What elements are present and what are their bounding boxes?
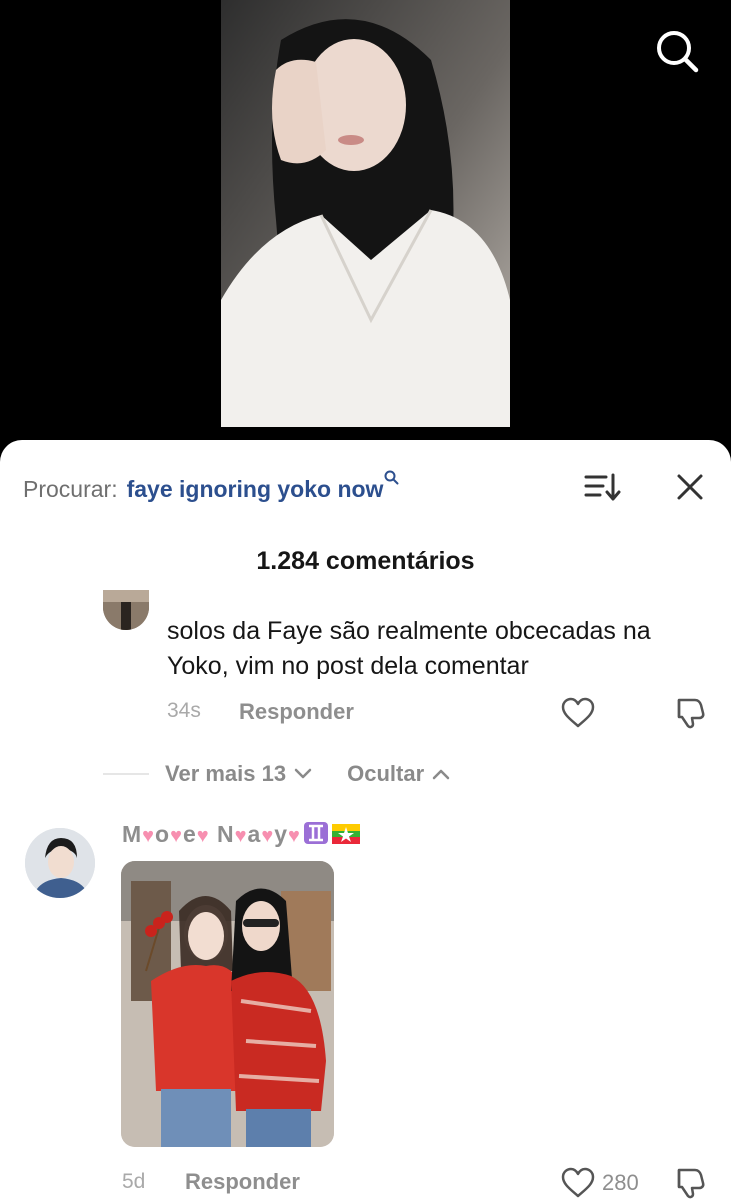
like-heart-icon[interactable]	[560, 696, 596, 730]
comment-meta: 5d Responder 280	[122, 1166, 712, 1200]
sort-icon[interactable]	[583, 471, 621, 503]
pink-heart-icon: ♥	[288, 825, 301, 847]
comment-photo[interactable]	[121, 861, 334, 1147]
pink-heart-icon: ♥	[196, 825, 210, 847]
comment-meta: 34s Responder	[167, 696, 707, 731]
username-part: o	[155, 821, 171, 847]
like-count: 280	[602, 1170, 639, 1195]
chevron-up-icon[interactable]	[432, 768, 450, 780]
video-portrait-image	[221, 0, 510, 427]
pink-heart-icon: ♥	[142, 825, 156, 847]
search-icon[interactable]	[654, 28, 700, 74]
search-query-link[interactable]: faye ignoring yoko now	[127, 476, 384, 503]
comments-panel: Procurar: faye ignoring yoko now 1.284 c…	[0, 440, 731, 1200]
avatar-image	[103, 590, 149, 630]
dislike-icon[interactable]	[670, 696, 706, 730]
username-part: N	[209, 821, 235, 847]
pink-heart-icon: ♥	[234, 825, 248, 847]
close-icon[interactable]	[674, 471, 706, 503]
pink-heart-icon: ♥	[170, 825, 183, 847]
like-heart-icon[interactable]	[560, 1166, 596, 1200]
username-part: e	[182, 821, 197, 847]
dislike-icon[interactable]	[670, 1166, 706, 1200]
avatar[interactable]	[103, 590, 149, 630]
gemini-zodiac-icon	[303, 822, 328, 844]
avatar[interactable]	[25, 828, 95, 898]
thread-divider	[103, 773, 149, 775]
search-prefix: Procurar:	[23, 476, 118, 502]
reply-button[interactable]: Responder	[185, 1169, 300, 1195]
comment-count: 1.284 comentários	[256, 547, 475, 575]
view-more-replies-button[interactable]: Ver mais 13	[165, 761, 286, 787]
username-part: a	[247, 821, 262, 847]
search-small-icon	[384, 470, 399, 485]
comment-text: solos da Faye são realmente obcecadas na…	[167, 617, 651, 680]
comment-photo-image	[121, 861, 334, 1147]
avatar-image	[25, 828, 95, 898]
search-suggestion[interactable]: Procurar: faye ignoring yoko now	[23, 470, 399, 503]
comment-time: 34s	[167, 699, 201, 722]
hide-replies-button[interactable]: Ocultar	[347, 761, 424, 787]
video-area[interactable]	[0, 0, 731, 460]
comment-time: 5d	[122, 1170, 146, 1193]
username-part: M	[122, 821, 143, 847]
reply-button[interactable]: Responder	[239, 699, 354, 725]
thread-controls: Ver mais 13 Ocultar	[165, 761, 450, 787]
video-thumbnail[interactable]	[221, 0, 510, 427]
pink-heart-icon: ♥	[261, 825, 275, 847]
comment-username[interactable]: M♥o♥e♥ N♥a♥y♥	[122, 821, 360, 848]
myanmar-flag-icon	[331, 824, 360, 844]
chevron-down-icon[interactable]	[294, 768, 312, 780]
username-part: y	[274, 821, 288, 847]
